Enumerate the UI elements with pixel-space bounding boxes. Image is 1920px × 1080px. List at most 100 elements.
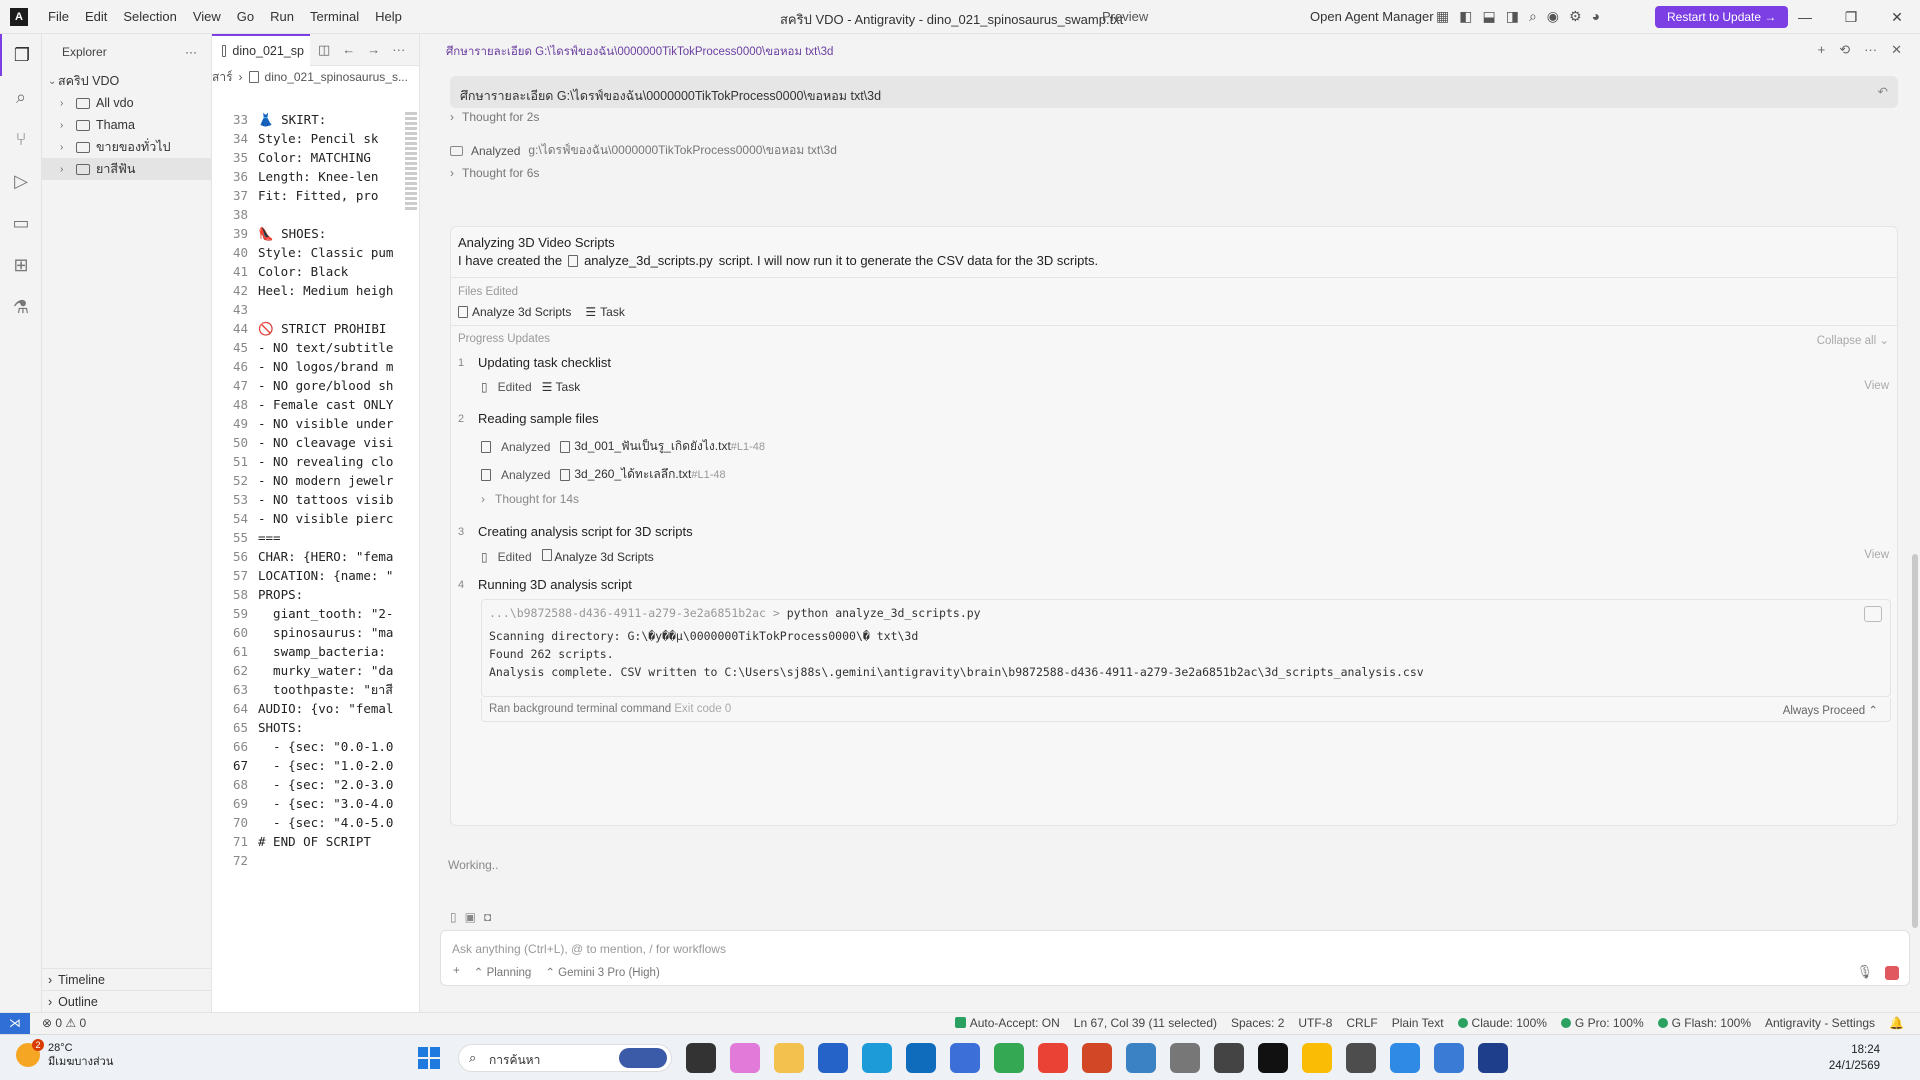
gear-icon[interactable]: ⚙ bbox=[1569, 8, 1582, 25]
file-link[interactable]: analyze_3d_scripts.py bbox=[584, 253, 713, 268]
timeline-section[interactable]: › Timeline bbox=[42, 968, 211, 990]
toggle-secondary-sidebar-icon[interactable]: ◨ bbox=[1506, 8, 1519, 25]
code-line[interactable]: 34 Style: Pencil sk bbox=[212, 129, 419, 148]
folder-item-selected[interactable]: › ยาสีฟัน bbox=[42, 158, 211, 180]
store-app-icon[interactable] bbox=[818, 1043, 848, 1073]
always-proceed-dropdown[interactable]: Always Proceed ⌃ bbox=[1783, 703, 1878, 717]
copilot-app-icon[interactable] bbox=[730, 1043, 760, 1073]
indentation[interactable]: Spaces: 2 bbox=[1231, 1016, 1284, 1030]
code-line[interactable]: 61 swamp_bacteria: bbox=[212, 642, 419, 661]
code-line[interactable]: 43 bbox=[212, 300, 419, 319]
minimize-icon[interactable]: — bbox=[1782, 0, 1828, 34]
analyzed-row[interactable]: Analyzed g:\ไดรฟ์ของฉัน\0000000TikTokPro… bbox=[450, 141, 837, 160]
step-detail[interactable]: Analyzed 3d_001_ฟันเป็นรู_เกิดยังไง.txt … bbox=[481, 437, 765, 456]
terminal-output[interactable]: ...\b9872588-d436-4911-a279-3e2a6851b2ac… bbox=[481, 599, 1891, 697]
cursor-position[interactable]: Ln 67, Col 39 (11 selected) bbox=[1074, 1016, 1217, 1030]
code-line[interactable]: 35 Color: MATCHING bbox=[212, 148, 419, 167]
file-icon[interactable]: ▯ bbox=[450, 910, 457, 924]
code-line[interactable]: 50 - NO cleavage visi bbox=[212, 433, 419, 452]
breadcrumb-folder[interactable]: สาร์ bbox=[212, 68, 233, 87]
chrome-profile-icon[interactable] bbox=[1302, 1043, 1332, 1073]
arrow-left-icon[interactable]: ← bbox=[342, 42, 355, 58]
folder-item[interactable]: › ขายของทั่วไป bbox=[42, 136, 211, 158]
terminal-app-icon[interactable] bbox=[686, 1043, 716, 1073]
menu-terminal[interactable]: Terminal bbox=[302, 5, 367, 28]
more-actions-icon[interactable]: ··· bbox=[392, 42, 405, 58]
action-target[interactable]: ☰ Task bbox=[542, 380, 581, 394]
extensions-icon[interactable]: ◉ bbox=[1547, 8, 1559, 25]
code-line[interactable]: 70 - {sec: "4.0-5.0 bbox=[212, 813, 419, 832]
auto-accept-status[interactable]: Auto-Accept: ON bbox=[954, 1016, 1060, 1030]
thought-row[interactable]: › Thought for 14s bbox=[481, 492, 579, 506]
antigravity-app-icon[interactable] bbox=[1258, 1043, 1288, 1073]
analyzed-path[interactable]: g:\ไดรฟ์ของฉัน\0000000TikTokProcess0000\… bbox=[528, 141, 837, 160]
layout-icon[interactable]: ▦ bbox=[1436, 8, 1449, 25]
extensions-icon[interactable]: ⊞ bbox=[0, 244, 42, 286]
plus-icon[interactable]: + bbox=[1818, 42, 1826, 58]
code-line[interactable]: 53 - NO tattoos visib bbox=[212, 490, 419, 509]
scrollbar[interactable] bbox=[1912, 554, 1918, 928]
view-link[interactable]: View bbox=[1864, 549, 1889, 561]
stop-button[interactable] bbox=[1885, 966, 1899, 980]
chat-input[interactable]: Ask anything (Ctrl+L), @ to mention, / f… bbox=[440, 930, 1910, 986]
code-line[interactable]: 45 - NO text/subtitle bbox=[212, 338, 419, 357]
google-drive-icon[interactable] bbox=[994, 1043, 1024, 1073]
code-line[interactable]: 65 SHOTS: bbox=[212, 718, 419, 737]
code-line[interactable]: 56 CHAR: {HERO: "fema bbox=[212, 547, 419, 566]
step-detail[interactable]: ▯ Edited Analyze 3d Scripts bbox=[481, 549, 654, 564]
start-button[interactable] bbox=[418, 1047, 440, 1069]
run-debug-icon[interactable]: ▷ bbox=[0, 160, 42, 202]
menu-file[interactable]: File bbox=[40, 5, 77, 28]
code-line[interactable]: 66 - {sec: "0.0-1.0 bbox=[212, 737, 419, 756]
chrome-browser-icon[interactable] bbox=[1038, 1043, 1068, 1073]
source-control-icon[interactable]: ⑂ bbox=[0, 118, 42, 160]
minimap[interactable] bbox=[403, 110, 419, 270]
code-line[interactable]: 69 - {sec: "3.0-4.0 bbox=[212, 794, 419, 813]
code-line[interactable]: 57 LOCATION: {name: " bbox=[212, 566, 419, 585]
menu-go[interactable]: Go bbox=[229, 5, 262, 28]
pen-app-icon[interactable] bbox=[1214, 1043, 1244, 1073]
collapse-all-button[interactable]: Collapse all ⌄ bbox=[1817, 333, 1889, 347]
view-link[interactable]: View bbox=[1864, 380, 1889, 392]
menu-view[interactable]: View bbox=[185, 5, 229, 28]
code-line[interactable]: 67 - {sec: "1.0-2.0 bbox=[212, 756, 419, 775]
testing-icon[interactable]: ⚗ bbox=[0, 286, 42, 328]
code-line[interactable]: 51 - NO revealing clo bbox=[212, 452, 419, 471]
app-icon[interactable] bbox=[1126, 1043, 1156, 1073]
code-line[interactable]: 39 👠 SHOES: bbox=[212, 224, 419, 243]
code-line[interactable]: 64 AUDIO: {vo: "femal bbox=[212, 699, 419, 718]
settings-app-icon[interactable] bbox=[1170, 1043, 1200, 1073]
more-actions-icon[interactable]: ··· bbox=[185, 45, 197, 59]
code-line[interactable]: 36 Length: Knee-len bbox=[212, 167, 419, 186]
folder-item[interactable]: › All vdo bbox=[42, 92, 211, 114]
powerpoint-app-icon[interactable] bbox=[1082, 1043, 1112, 1073]
action-target[interactable]: 3d_001_ฟันเป็นรู_เกิดยังไง.txt bbox=[574, 437, 730, 456]
folder-item[interactable]: › Thama bbox=[42, 114, 211, 136]
gflash-quota[interactable]: G Flash: 100% bbox=[1657, 1016, 1751, 1030]
file-explorer-icon[interactable] bbox=[774, 1043, 804, 1073]
open-agent-manager-button[interactable]: Open Agent Manager bbox=[1310, 9, 1434, 24]
outline-section[interactable]: › Outline bbox=[42, 990, 211, 1012]
code-line[interactable]: 54 - NO visible pierc bbox=[212, 509, 419, 528]
code-line[interactable]: 38 bbox=[212, 205, 419, 224]
mode-dropdown[interactable]: ⌃ Planning bbox=[474, 965, 532, 979]
explorer-icon[interactable]: ❐ bbox=[0, 34, 42, 76]
plus-icon[interactable]: + bbox=[453, 965, 460, 979]
code-line[interactable]: 47 - NO gore/blood sh bbox=[212, 376, 419, 395]
thought-row[interactable]: › Thought for 2s bbox=[450, 110, 539, 124]
code-line[interactable]: 49 - NO visible under bbox=[212, 414, 419, 433]
code-line[interactable]: 46 - NO logos/brand m bbox=[212, 357, 419, 376]
step-detail[interactable]: Analyzed 3d_260_ได้ทะเลลึก.txt #L1-48 bbox=[481, 465, 726, 484]
code-area[interactable]: 33 👗 SKIRT: 34 Style: Pencil sk 35 Color: MAT… bbox=[212, 110, 419, 870]
terminal-icon[interactable]: ▣ bbox=[465, 910, 476, 924]
breadcrumb-file[interactable]: dino_021_spinosaurus_s... bbox=[265, 70, 408, 84]
workspace-root[interactable]: ⌄ สคริป VDO bbox=[42, 70, 211, 92]
account-icon[interactable]: ◕ bbox=[1592, 8, 1600, 25]
code-line[interactable]: 41 Color: Black bbox=[212, 262, 419, 281]
code-line[interactable]: 48 - Female cast ONLY bbox=[212, 395, 419, 414]
code-line[interactable]: 59 giant_tooth: "2- bbox=[212, 604, 419, 623]
close-icon[interactable]: ✕ bbox=[1891, 42, 1902, 58]
pen-app-icon[interactable] bbox=[1346, 1043, 1376, 1073]
code-line[interactable]: 62 murky_water: "da bbox=[212, 661, 419, 680]
code-line[interactable]: 52 - NO modern jewelr bbox=[212, 471, 419, 490]
